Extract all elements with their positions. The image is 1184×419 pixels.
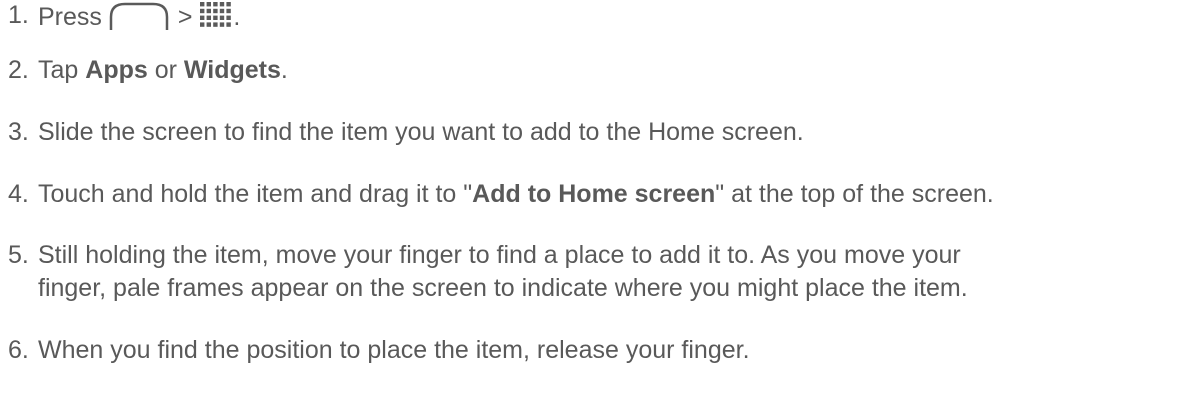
apps-label: Apps [85,56,148,84]
step-5: 5. Still holding the item, move your fin… [8,240,1178,310]
all-apps-grid-icon [199,0,233,29]
step-3-text: Slide the screen to find the item you wa… [38,118,804,146]
step-2-end: . [280,56,288,84]
step-2-pre: Tap [38,56,79,84]
grid-dot [220,15,225,20]
grid-dot [220,2,225,7]
step-1-press-label: Press [38,3,102,31]
grid-dot [206,2,212,7]
grid-dot [226,15,232,20]
grid-dot [213,2,218,7]
step-3-number: 3. [8,118,29,146]
step-4-post: " at the top of the screen. [715,180,994,208]
grid-dot [200,22,205,27]
step-1-separator: > [177,3,193,31]
grid-dot [213,15,218,20]
step-4-text: Touch and hold the item and drag it to "… [38,179,994,210]
home-button-icon [109,2,169,32]
grid-dot [226,8,232,14]
grid-dot [213,22,218,27]
widgets-label: Widgets [183,56,281,84]
step-6-text: When you find the position to place the … [38,336,750,364]
grid-dot [226,2,232,7]
grid-dot [226,22,232,27]
grid-dot [220,8,225,14]
step-2-mid: or [154,56,177,84]
grid-dot [206,8,212,14]
step-5-line-2: finger, pale frames appear on the screen… [38,274,968,302]
grid-dot [200,8,205,14]
step-1-number: 1. [8,1,29,29]
step-1-end: . [233,3,241,31]
step-5-line-1: Still holding the item, move your finger… [38,241,961,269]
step-5-number: 5. [8,241,29,269]
step-2-text: Tap Apps or Widgets. [38,55,288,86]
step-4-number: 4. [8,180,29,208]
step-1-text: Press > . [38,0,240,33]
grid-dot [206,22,212,27]
step-6-number: 6. [8,336,29,364]
grid-dot [220,22,225,27]
grid-dot [200,2,205,7]
grid-dot [213,8,218,14]
step-2-number: 2. [8,56,29,84]
grid-dot [206,15,212,20]
grid-dot [200,15,205,20]
step-4-pre: Touch and hold the item and drag it to " [38,180,473,208]
add-to-home-screen-label: Add to Home screen [472,180,716,208]
